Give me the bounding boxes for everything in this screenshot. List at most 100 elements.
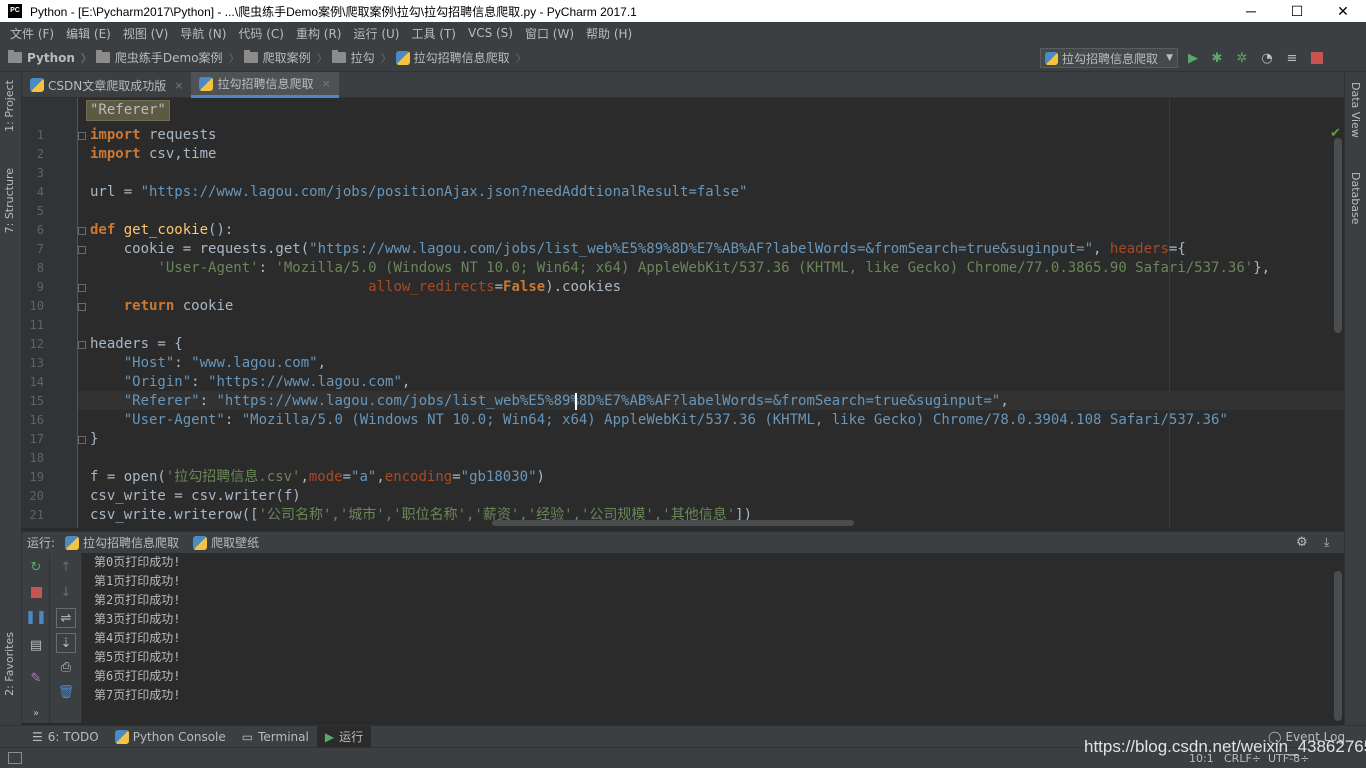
editor-horizontal-scrollbar[interactable] bbox=[492, 520, 854, 526]
breadcrumb-label: Python bbox=[27, 50, 75, 65]
arrow-up-icon[interactable]: ↑ bbox=[58, 559, 74, 575]
trash-icon[interactable]: 🗑 bbox=[58, 684, 75, 700]
console-output[interactable]: 第0页打印成功! 第1页打印成功! 第2页打印成功! 第3页打印成功! 第4页打… bbox=[82, 553, 1344, 723]
project-tool-tab[interactable]: 1: Project bbox=[3, 80, 16, 132]
coverage-icon[interactable]: ✲ bbox=[1234, 50, 1250, 66]
line-number: 15 bbox=[29, 394, 44, 408]
menu-vcs[interactable]: VCS (S) bbox=[462, 26, 519, 40]
run-icon[interactable]: ▶ bbox=[1185, 50, 1201, 66]
fold-marker-icon[interactable] bbox=[78, 132, 86, 140]
arrow-down-icon[interactable]: ↓ bbox=[58, 584, 74, 600]
run-tab-lagou[interactable]: 拉勾招聘信息爬取 bbox=[65, 534, 179, 551]
close-icon[interactable]: × bbox=[321, 77, 330, 90]
python-console-tool-button[interactable]: Python Console bbox=[107, 726, 234, 748]
editor-tab-lagou[interactable]: 拉勾招聘信息爬取 × bbox=[191, 72, 339, 98]
code-line: return cookie bbox=[123, 298, 234, 314]
breadcrumb-folder[interactable]: 拉勾〉 bbox=[331, 49, 392, 66]
fold-marker-icon[interactable] bbox=[78, 284, 86, 292]
line-number: 6 bbox=[36, 223, 44, 237]
data-view-tool-tab[interactable]: Data View bbox=[1349, 82, 1362, 138]
database-tool-tab[interactable]: Database bbox=[1349, 172, 1362, 225]
line-number: 11 bbox=[29, 318, 44, 332]
menu-help[interactable]: 帮助 (H) bbox=[580, 25, 638, 42]
fold-marker-icon[interactable] bbox=[78, 303, 86, 311]
concurrency-icon[interactable]: ≡ bbox=[1284, 50, 1300, 66]
console-vertical-scrollbar[interactable] bbox=[1334, 571, 1342, 721]
text-caret bbox=[575, 393, 577, 410]
pause-icon[interactable]: ❚❚ bbox=[25, 609, 47, 625]
python-icon bbox=[114, 729, 129, 744]
breadcrumb-file[interactable]: 拉勾招聘信息爬取〉 bbox=[395, 49, 527, 66]
python-file-icon bbox=[199, 76, 214, 91]
menu-navigate[interactable]: 导航 (N) bbox=[174, 25, 232, 42]
minimize-button[interactable]: ─ bbox=[1228, 0, 1274, 22]
code-line: 'User-Agent': 'Mozilla/5.0 (Windows NT 1… bbox=[157, 260, 1271, 276]
close-icon[interactable]: × bbox=[174, 79, 183, 92]
menu-edit[interactable]: 编辑 (E) bbox=[60, 25, 117, 42]
tool-button-label: Terminal bbox=[258, 729, 309, 744]
breadcrumb-folder[interactable]: 爬虫练手Demo案例〉 bbox=[95, 49, 240, 66]
soft-wrap-icon[interactable]: ⇌ bbox=[56, 608, 76, 628]
console-line: 第6页打印成功! bbox=[94, 669, 181, 683]
scroll-to-end-icon[interactable]: ⇣ bbox=[56, 633, 76, 653]
structure-tool-tab[interactable]: 7: Structure bbox=[3, 168, 16, 233]
breadcrumb-folder[interactable]: 爬取案例〉 bbox=[243, 49, 328, 66]
code-line: f = open('拉勾招聘信息.csv',mode="a",encoding=… bbox=[90, 469, 545, 485]
fold-marker-icon[interactable] bbox=[78, 246, 86, 254]
run-configuration-select[interactable]: 拉勾招聘信息爬取 ▼ bbox=[1040, 48, 1178, 68]
line-number: 12 bbox=[29, 337, 44, 351]
todo-list-icon: ☰ bbox=[32, 729, 43, 744]
line-number: 16 bbox=[29, 413, 44, 427]
editor-tab-csdn[interactable]: CSDN文章爬取成功版 × bbox=[22, 72, 191, 98]
menu-tools[interactable]: 工具 (T) bbox=[405, 25, 462, 42]
tab-label: 拉勾招聘信息爬取 bbox=[217, 77, 314, 91]
print-icon[interactable]: ⎙ bbox=[58, 659, 74, 675]
tool-windows-icon[interactable] bbox=[8, 752, 22, 764]
line-number: 7 bbox=[36, 242, 44, 256]
hide-panel-icon[interactable]: ⤓ bbox=[1324, 535, 1329, 550]
stop-icon[interactable] bbox=[1309, 50, 1325, 66]
folder-icon bbox=[243, 50, 258, 63]
settings-gear-icon[interactable]: ⚙ bbox=[1296, 535, 1308, 550]
title-bar: PC Python - [E:\Pycharm2017\Python] - ..… bbox=[0, 0, 1366, 22]
terminal-tool-button[interactable]: ▭ Terminal bbox=[234, 726, 317, 748]
python-file-icon bbox=[395, 50, 410, 65]
menu-file[interactable]: 文件 (F) bbox=[4, 25, 60, 42]
profile-icon[interactable]: ◔ bbox=[1259, 50, 1275, 66]
code-line: cookie = requests.get("https://www.lagou… bbox=[90, 241, 1186, 257]
line-number: 9 bbox=[36, 280, 44, 294]
editor-vertical-scrollbar[interactable] bbox=[1334, 138, 1342, 333]
menu-code[interactable]: 代码 (C) bbox=[232, 25, 290, 42]
fold-marker-icon[interactable] bbox=[78, 436, 86, 444]
debug-icon[interactable]: ✱ bbox=[1209, 50, 1225, 66]
fold-marker-icon[interactable] bbox=[78, 341, 86, 349]
layout-icon[interactable]: ▤ bbox=[28, 637, 44, 653]
maximize-button[interactable]: ☐ bbox=[1274, 0, 1320, 22]
menu-view[interactable]: 视图 (V) bbox=[117, 25, 174, 42]
todo-tool-button[interactable]: ☰ 6: TODO bbox=[24, 726, 107, 748]
more-icon[interactable]: » bbox=[28, 705, 44, 721]
tool-button-label: 6: TODO bbox=[47, 729, 99, 744]
code-line: "User-Agent": "Mozilla/5.0 (Windows NT 1… bbox=[123, 412, 1228, 428]
breadcrumb-project[interactable]: Python 〉 bbox=[8, 50, 92, 66]
run-tool-button[interactable]: ▶ 运行 bbox=[316, 725, 372, 748]
close-window-button[interactable]: ✕ bbox=[1320, 0, 1366, 22]
favorites-tool-tab[interactable]: 2: Favorites bbox=[3, 632, 16, 696]
code-editor[interactable]: 1 2 3 4 5 6 7 8 9 10 11 12 13 14 15 16 1… bbox=[22, 98, 1344, 528]
console-line: 第5页打印成功! bbox=[94, 650, 181, 664]
line-number: 18 bbox=[29, 451, 44, 465]
code-line: def get_cookie(): bbox=[90, 222, 234, 238]
menu-run[interactable]: 运行 (U) bbox=[348, 25, 406, 42]
rerun-icon[interactable]: ↻ bbox=[28, 559, 44, 575]
menu-window[interactable]: 窗口 (W) bbox=[519, 25, 580, 42]
fold-marker-icon[interactable] bbox=[78, 227, 86, 235]
pin-icon[interactable]: ✎ bbox=[28, 670, 44, 686]
breadcrumb-label: 拉勾 bbox=[350, 51, 375, 65]
line-number: 2 bbox=[36, 147, 44, 161]
menu-refactor[interactable]: 重构 (R) bbox=[290, 25, 348, 42]
stop-icon[interactable] bbox=[28, 584, 44, 600]
run-actions-toolbar: ↻ ❚❚ ▤ ✎ » bbox=[22, 553, 50, 723]
run-tab-wallpaper[interactable]: 爬取壁纸 bbox=[193, 534, 259, 551]
line-number: 1 bbox=[36, 128, 44, 142]
console-line: 第3页打印成功! bbox=[94, 612, 181, 626]
